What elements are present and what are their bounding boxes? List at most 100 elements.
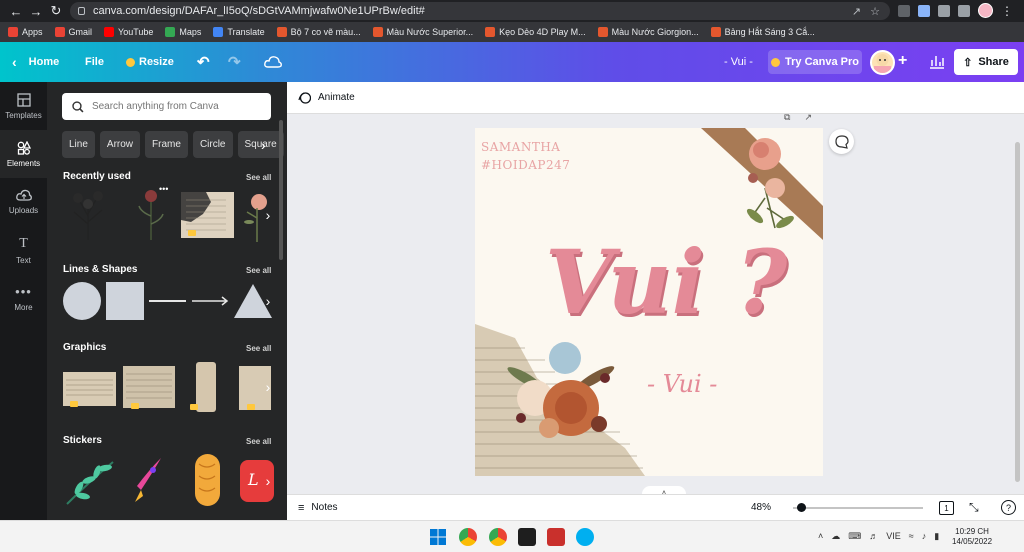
page-count-button[interactable]: 1 <box>939 501 954 515</box>
workspace-scrollbar[interactable] <box>1015 142 1020 482</box>
expand-page-icon[interactable]: ↗ <box>804 112 812 123</box>
menu-kebab-icon[interactable]: ⋮ <box>1001 4 1013 18</box>
graphic-torn-paper-1[interactable] <box>63 372 116 407</box>
author-hashtag[interactable]: #HOIDAP247 <box>481 158 570 172</box>
sidebar-item-more[interactable]: ••• More <box>0 274 47 322</box>
puzzle-icon[interactable] <box>918 4 930 17</box>
chevron-right-icon[interactable]: › <box>261 131 275 158</box>
animate-button[interactable]: Animate <box>318 92 355 103</box>
notes-button[interactable]: Notes <box>311 502 337 513</box>
graphic-paper-strip[interactable] <box>190 362 216 412</box>
bookmark-star-icon[interactable]: ☆ <box>870 5 880 18</box>
battery-icon[interactable]: ▮ <box>934 531 939 542</box>
add-comment-button[interactable] <box>829 129 854 154</box>
wifi-icon[interactable]: ≈ <box>909 531 914 542</box>
chevron-right-icon[interactable]: › <box>261 200 275 230</box>
author-name[interactable]: SAMANTHA <box>481 140 560 154</box>
chevron-right-icon[interactable]: › <box>261 286 275 316</box>
bookmark-item[interactable]: Gmail <box>54 27 92 37</box>
speaker-icon[interactable]: ♪ <box>922 531 927 542</box>
chrome-profile-icon[interactable] <box>489 528 507 546</box>
chrome-icon[interactable] <box>459 528 477 546</box>
recent-item-torn-paper[interactable] <box>181 192 234 238</box>
address-bar[interactable]: canva.com/design/DAFAr_lI5oQ/sDGtVAMmjwa… <box>70 2 890 20</box>
bookmark-item[interactable]: Màu Nước Superior... <box>372 27 473 37</box>
skype-icon[interactable] <box>576 528 594 546</box>
bookmark-item[interactable]: Translate <box>213 27 265 37</box>
chip-circle[interactable]: Circle <box>192 131 233 158</box>
file-menu-button[interactable]: File <box>85 42 104 82</box>
cloud-icon[interactable]: ☁ <box>831 531 840 542</box>
back-arrow-icon[interactable]: ← <box>6 4 26 19</box>
bookmark-item[interactable]: Apps <box>8 27 43 37</box>
duplicate-page-icon[interactable]: ⧉ <box>784 112 790 123</box>
clock[interactable]: 10:29 CH 14/05/2022 <box>952 527 992 547</box>
volume-small-icon[interactable]: ♬ <box>869 531 878 542</box>
chip-line[interactable]: Line <box>62 131 95 158</box>
reading-list-icon[interactable] <box>938 4 950 17</box>
keyboard-icon[interactable]: ⌨ <box>848 531 861 542</box>
shape-line[interactable] <box>149 300 186 302</box>
bookmark-item[interactable]: Màu Nước Giorgion... <box>597 27 699 37</box>
bookmark-item[interactable]: Kẹo Dẻo 4D Play M... <box>485 27 586 37</box>
share-page-icon[interactable]: ↗ <box>852 5 861 18</box>
sticker-yellow-pill[interactable] <box>195 454 220 506</box>
chevron-right-icon[interactable]: › <box>261 372 275 402</box>
chip-arrow[interactable]: Arrow <box>99 131 141 158</box>
shape-arrow[interactable] <box>192 294 230 308</box>
help-button[interactable]: ? <box>1001 500 1016 515</box>
sticky-app-icon[interactable] <box>518 528 536 546</box>
sidebar-item-elements[interactable]: Elements <box>0 130 47 178</box>
windows-start-icon[interactable] <box>429 528 447 546</box>
sticker-leaf-branch[interactable] <box>63 456 117 508</box>
resize-button[interactable]: Resize <box>126 42 174 82</box>
forward-arrow-icon[interactable]: → <box>26 4 46 19</box>
share-button[interactable]: ⇧ Share <box>954 49 1018 75</box>
extension-icon[interactable] <box>898 4 910 17</box>
app-red-icon[interactable] <box>547 528 565 546</box>
undo-icon[interactable]: ↶ <box>197 42 210 82</box>
sidepanel-icon[interactable] <box>958 4 970 17</box>
cloud-save-icon[interactable] <box>264 42 282 82</box>
fullscreen-icon[interactable]: ⤡ <box>969 500 979 515</box>
graphic-torn-paper-2[interactable] <box>123 366 175 409</box>
see-all-graphics[interactable]: See all <box>246 344 271 353</box>
design-page[interactable]: SAMANTHA #HOIDAP247 Vui ? - Vui - <box>475 128 823 476</box>
recent-item-dried-flowers[interactable] <box>62 186 114 241</box>
reload-icon[interactable]: ↻ <box>46 3 66 19</box>
shape-circle[interactable] <box>63 282 101 320</box>
sidebar-item-text[interactable]: T Text <box>0 226 47 274</box>
language-indicator[interactable]: VIE <box>886 531 901 542</box>
see-all-lines-shapes[interactable]: See all <box>246 266 271 275</box>
chip-frame[interactable]: Frame <box>145 131 188 158</box>
zoom-slider-handle[interactable] <box>797 503 806 512</box>
document-title[interactable]: - Vui - <box>724 42 753 82</box>
insights-chart-icon[interactable] <box>928 52 946 70</box>
bookmark-item[interactable]: YouTube <box>104 27 153 37</box>
home-button[interactable]: ‹ Home <box>12 42 59 82</box>
sticker-rocket[interactable] <box>131 456 165 506</box>
sidebar-item-templates[interactable]: Templates <box>0 82 47 130</box>
panel-scrollbar[interactable] <box>279 120 283 260</box>
chevron-up-icon[interactable]: ˄ <box>818 531 823 542</box>
see-all-stickers[interactable]: See all <box>246 437 271 446</box>
user-avatar[interactable] <box>870 50 895 75</box>
redo-icon[interactable]: ↷ <box>228 42 241 82</box>
search-box[interactable] <box>62 93 271 120</box>
sidebar-item-uploads[interactable]: Uploads <box>0 178 47 226</box>
add-collaborator-icon[interactable]: + <box>898 52 907 70</box>
bookmark-item[interactable]: Bộ 7 co vẽ màu... <box>276 27 361 37</box>
search-input[interactable] <box>91 101 261 112</box>
see-all-recently-used[interactable]: See all <box>246 173 271 182</box>
zoom-value[interactable]: 48% <box>751 502 771 513</box>
chevron-right-icon[interactable]: › <box>261 466 275 496</box>
subline-text[interactable]: - Vui - <box>647 370 717 398</box>
profile-avatar[interactable] <box>978 3 993 18</box>
bookmark-item[interactable]: Bảng Hắt Sáng 3 Cắ... <box>710 27 815 37</box>
more-options-icon[interactable]: ••• <box>159 184 168 194</box>
zoom-slider[interactable] <box>793 503 923 512</box>
shape-square[interactable] <box>106 282 144 320</box>
headline-text[interactable]: Vui ? <box>545 238 787 326</box>
bookmark-item[interactable]: Maps <box>165 27 201 37</box>
recent-item-rose[interactable]: ••• <box>133 184 173 241</box>
